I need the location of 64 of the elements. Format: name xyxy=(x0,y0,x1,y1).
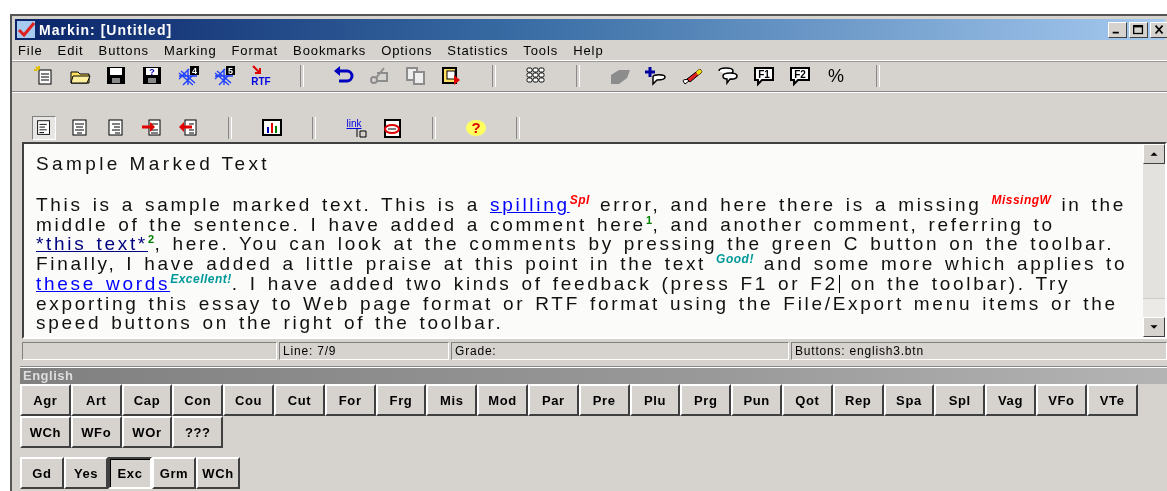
window-title: Markin: [Untitled] xyxy=(39,21,174,38)
marked-text-link[interactable]: spilling xyxy=(490,194,570,215)
marking-button[interactable]: VFo xyxy=(1035,384,1087,416)
marking-button[interactable]: WFo xyxy=(70,416,122,448)
marking-button[interactable]: Spa xyxy=(883,384,935,416)
marking-button[interactable]: Yes xyxy=(64,457,108,489)
marking-button[interactable]: Art xyxy=(70,384,122,416)
minimize-icon[interactable] xyxy=(1108,21,1127,38)
marking-button[interactable]: WCh xyxy=(20,416,71,448)
marked-text-link[interactable]: *this text* xyxy=(36,233,148,255)
marking-button[interactable]: Frg xyxy=(375,384,427,416)
marking-button[interactable]: Cap xyxy=(121,384,173,416)
scroll-up-icon[interactable] xyxy=(1143,144,1165,164)
marking-button[interactable]: Plu xyxy=(629,384,681,416)
maximize-icon[interactable] xyxy=(1129,21,1148,38)
panel-title: English xyxy=(20,368,1167,384)
buttons-file-status: Buttons: english3.btn xyxy=(791,342,1167,360)
marking-button[interactable]: Con xyxy=(172,384,224,416)
percent-icon[interactable]: % xyxy=(824,64,848,88)
scroll-thumb[interactable] xyxy=(1143,298,1165,317)
scroll-down-icon[interactable] xyxy=(1143,317,1165,337)
add-comment-icon[interactable] xyxy=(644,64,668,88)
vertical-scrollbar[interactable] xyxy=(1143,144,1165,337)
marking-button[interactable]: Prg xyxy=(680,384,732,416)
menu-item[interactable]: Bookmarks xyxy=(293,42,382,58)
marking-button[interactable]: Exc xyxy=(108,457,152,489)
menu-item[interactable]: Tools xyxy=(523,42,574,58)
marking-button[interactable]: Gd xyxy=(20,457,64,489)
speech-bubbles-icon[interactable] xyxy=(716,64,740,88)
menu-item[interactable]: Options xyxy=(381,42,448,58)
menu-item[interactable]: Statistics xyxy=(447,42,524,58)
marking-button[interactable]: Rep xyxy=(832,384,884,416)
marking-button[interactable]: VTe xyxy=(1086,384,1138,416)
marking-button[interactable]: Mod xyxy=(477,384,528,416)
marking-button[interactable]: Pre xyxy=(578,384,630,416)
marking-button[interactable]: For xyxy=(324,384,376,416)
marking-button[interactable]: WOr xyxy=(121,416,173,448)
line-status: Line: 7/9 xyxy=(279,342,449,360)
menu-item[interactable]: File xyxy=(18,42,58,58)
document-paragraph: This is a sample marked text. This is a spilling$^{Spl}$ error, and here there is a missing $^{MissingW}$ in the middle of the sentence. I have added a comment here$^{1}$, and another comment, referring to *this text*$^{2}$, here. You can look at the comments by pressing the green C button on the toolbar. Finally, I have added a little praise at this point in the text $^{Good!}$ and some more which applies to these words$^{Excellent!}$. I have added two kinds of feedback (press F1 or F2 on the toolbar). Try exporting this essay to Web page format or RTF format using the File/Export menu items or the speed buttons on the right of the toolbar. xyxy=(36,195,1129,333)
marking-button[interactable]: Agr xyxy=(20,384,71,416)
marking-button[interactable]: WCh xyxy=(196,457,240,489)
grade-status: Grade: xyxy=(451,342,789,360)
menu-item[interactable]: Help xyxy=(573,42,619,58)
marking-button[interactable]: Par xyxy=(527,384,579,416)
close-icon[interactable] xyxy=(1150,21,1167,38)
marking-button[interactable]: Qot xyxy=(781,384,833,416)
marking-button[interactable]: Vag xyxy=(985,384,1036,416)
marking-button[interactable]: Spl xyxy=(934,384,986,416)
function-key-bubble-icon[interactable]: F1 xyxy=(752,64,776,88)
menu-item[interactable]: Marking xyxy=(163,42,232,58)
marking-button[interactable]: Grm xyxy=(152,457,196,489)
function-key-bubble-icon[interactable]: F2 xyxy=(788,64,812,88)
menu-item[interactable]: Buttons xyxy=(98,42,164,58)
marking-button[interactable]: Cou xyxy=(223,384,274,416)
marking-button[interactable]: Pun xyxy=(731,384,782,416)
marking-button[interactable]: ??? xyxy=(172,416,224,448)
menu-item[interactable]: Format xyxy=(231,42,294,58)
align-left-icon[interactable] xyxy=(32,116,56,140)
marking-button[interactable]: Mis xyxy=(426,384,478,416)
menu-item[interactable]: Edit xyxy=(57,42,99,58)
app-check-icon xyxy=(17,21,35,38)
document-heading: Sample Marked Text xyxy=(36,153,272,175)
marking-button[interactable]: Cut xyxy=(274,384,325,416)
